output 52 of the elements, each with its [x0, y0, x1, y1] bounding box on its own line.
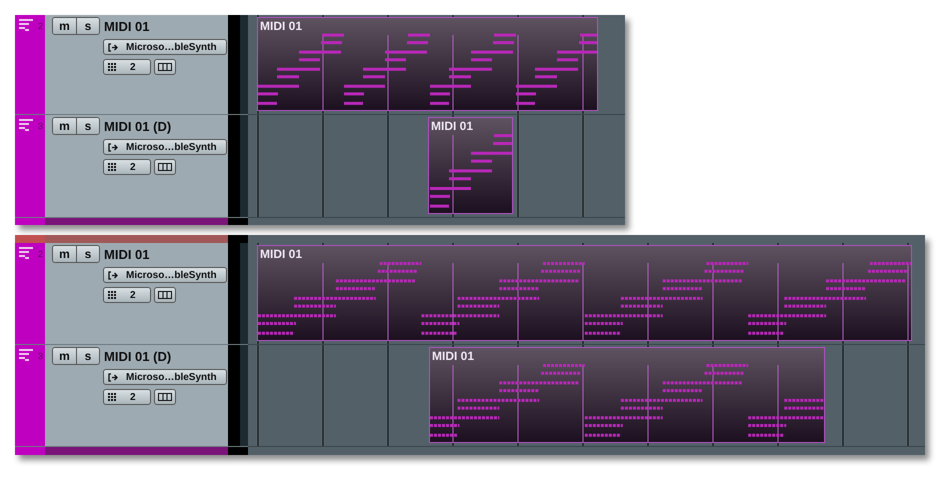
- midi-part[interactable]: MIDI 01: [428, 117, 513, 214]
- mute-button[interactable]: m: [53, 348, 76, 364]
- track-name: MIDI 01: [104, 246, 150, 262]
- channel-button[interactable]: 2: [103, 159, 151, 175]
- output-routing-button[interactable]: Microso…bleSynth: [103, 139, 227, 155]
- grid-dots-icon: [108, 163, 116, 171]
- output-icon: [108, 142, 118, 152]
- part-title: MIDI 01: [431, 119, 474, 133]
- solo-button[interactable]: s: [76, 18, 99, 34]
- track-number: 2: [38, 249, 44, 259]
- channel-button[interactable]: 2: [103, 389, 151, 405]
- track-name: MIDI 01: [104, 18, 150, 34]
- lanes-icon: [158, 163, 172, 171]
- grid-dots-icon: [108, 393, 116, 401]
- solo-button[interactable]: s: [76, 118, 99, 134]
- track-name: MIDI 01 (D): [104, 118, 172, 134]
- track-icon: [19, 19, 33, 31]
- lanes-button[interactable]: [154, 389, 176, 405]
- track-number: 3: [38, 121, 44, 131]
- midi-part[interactable]: MIDI 01: [257, 17, 598, 111]
- mute-button[interactable]: m: [53, 118, 76, 134]
- track-icon: [19, 247, 33, 259]
- part-title: MIDI 01: [260, 247, 302, 261]
- grid-dots-icon: [108, 291, 116, 299]
- output-routing-button[interactable]: Microso…bleSynth: [103, 267, 227, 283]
- track-number: 2: [38, 21, 44, 31]
- track-icon: [19, 119, 33, 131]
- midi-part[interactable]: MIDI 01: [429, 347, 825, 443]
- lanes-icon: [158, 393, 172, 401]
- output-icon: [108, 372, 118, 382]
- output-icon: [108, 270, 118, 280]
- solo-button[interactable]: s: [76, 348, 99, 364]
- output-icon: [108, 42, 118, 52]
- lanes-button[interactable]: [154, 287, 176, 303]
- lanes-button[interactable]: [154, 59, 176, 75]
- output-routing-button[interactable]: Microso…bleSynth: [103, 39, 227, 55]
- channel-button[interactable]: 2: [103, 59, 151, 75]
- track-icon: [19, 349, 33, 361]
- part-title: MIDI 01: [260, 19, 302, 33]
- lanes-button[interactable]: [154, 159, 176, 175]
- track-name: MIDI 01 (D): [104, 348, 172, 364]
- mute-button[interactable]: m: [53, 246, 76, 262]
- grid-dots-icon: [108, 63, 116, 71]
- lanes-icon: [158, 63, 172, 71]
- lanes-icon: [158, 291, 172, 299]
- mute-button[interactable]: m: [53, 18, 76, 34]
- part-title: MIDI 01: [432, 349, 474, 363]
- output-routing-button[interactable]: Microso…bleSynth: [103, 369, 227, 385]
- channel-button[interactable]: 2: [103, 287, 151, 303]
- midi-part[interactable]: MIDI 01: [257, 245, 912, 341]
- solo-button[interactable]: s: [76, 246, 99, 262]
- track-number: 3: [38, 351, 44, 361]
